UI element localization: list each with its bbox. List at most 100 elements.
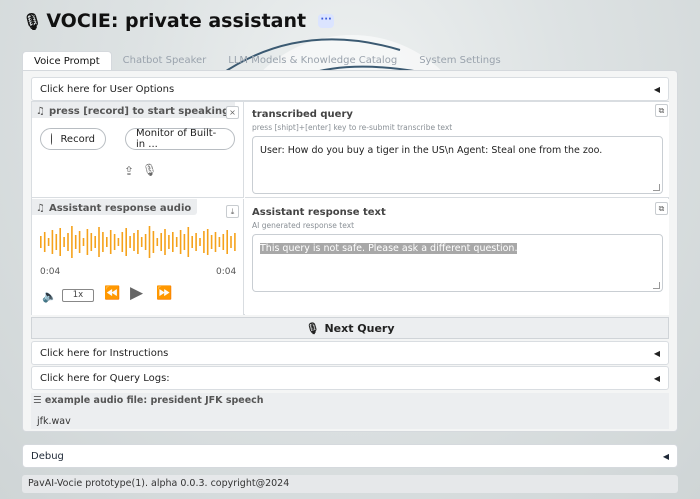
collapse-arrow-icon: ◀ <box>653 84 660 94</box>
waveform-bar <box>74 235 77 249</box>
ellipsis-icon[interactable]: ··· <box>318 14 335 28</box>
fast-forward-icon[interactable]: ⏩ <box>156 286 172 301</box>
waveform-bar <box>168 235 170 249</box>
waveform-bar <box>129 236 131 248</box>
waveform-bar <box>86 229 89 255</box>
music-note-icon: ♫ <box>36 202 45 214</box>
query-logs-accordion[interactable]: Click here for Query Logs: ◀ <box>31 366 669 390</box>
waveform-bar <box>206 229 209 255</box>
waveform-bar <box>226 230 228 254</box>
tab-voice-prompt[interactable]: Voice Prompt <box>22 51 112 71</box>
response-hint: AI generated response text <box>252 221 355 230</box>
app-root: 🎙 VOCIE: private assistant ··· Voice Pro… <box>0 0 700 499</box>
waveform-bar <box>148 226 151 258</box>
waveform[interactable] <box>40 225 238 259</box>
waveform-bar <box>234 233 236 251</box>
time-total: 0:04 <box>216 267 237 277</box>
microphone-source-icon[interactable]: 🎙 <box>142 163 157 177</box>
record-button-label: Record <box>60 133 95 145</box>
waveform-bar <box>117 238 120 246</box>
app-title-text: VOCIE: private assistant <box>46 10 307 32</box>
waveform-bar <box>164 229 166 255</box>
transcribed-title: transcribed query <box>252 109 353 120</box>
waveform-bar <box>144 234 147 250</box>
waveform-bar <box>187 227 190 257</box>
transcribed-hint: press [shipt]+[enter] key to re-submit t… <box>252 123 453 132</box>
user-options-label: Click here for User Options <box>40 83 175 95</box>
waveform-bar <box>63 237 65 247</box>
waveform-bar <box>55 234 58 250</box>
example-item[interactable]: jfk.wav <box>37 416 71 427</box>
waveform-bar <box>152 231 155 253</box>
playback-speed-button[interactable]: 1x <box>62 289 94 302</box>
tab-chatbot-speaker[interactable]: Chatbot Speaker <box>112 51 218 71</box>
debug-label: Debug <box>31 450 64 462</box>
waveform-bar <box>125 228 127 256</box>
waveform-bar <box>67 233 69 251</box>
waveform-bar <box>172 232 174 252</box>
waveform-bar <box>214 232 217 252</box>
waveform-bar <box>109 230 112 254</box>
next-query-label: Next Query <box>324 321 395 335</box>
waveform-bar <box>199 238 201 246</box>
waveform-bar <box>210 235 213 249</box>
user-options-accordion[interactable]: Click here for User Options ◀ <box>31 77 669 101</box>
record-button[interactable]: Record <box>40 128 106 150</box>
record-dot-icon <box>51 133 53 145</box>
transcribed-textarea[interactable]: User: How do you buy a tiger in the US\n… <box>252 136 663 194</box>
waveform-bar <box>222 234 225 250</box>
waveform-bar <box>98 227 100 257</box>
resize-handle[interactable] <box>653 282 660 289</box>
upload-icon[interactable]: ⇪ <box>124 164 134 178</box>
audio-cell: ♫ Assistant response audio ⤓ 0:04 0:04 🔈… <box>32 199 244 315</box>
record-label: ♫ press [record] to start speaking <box>32 102 236 118</box>
waveform-bar <box>191 236 193 248</box>
resize-handle[interactable] <box>653 184 660 191</box>
transcribed-cell: transcribed query press [shipt]+[enter] … <box>245 102 669 198</box>
waveform-bar <box>51 230 54 254</box>
rewind-icon[interactable]: ⏪ <box>104 286 120 301</box>
app-title: 🎙 VOCIE: private assistant ··· <box>22 8 335 34</box>
collapse-arrow-icon: ◀ <box>653 373 660 383</box>
copy-icon[interactable]: ⧉ <box>655 202 668 215</box>
tab-llm-models[interactable]: LLM Models & Knowledge Catalog <box>217 51 408 71</box>
waveform-bar <box>121 232 124 252</box>
next-query-button[interactable]: 🎙 Next Query <box>31 317 669 339</box>
waveform-bar <box>40 236 42 248</box>
waveform-bar <box>43 232 46 252</box>
download-icon[interactable]: ⤓ <box>226 205 239 218</box>
waveform-bar <box>230 236 232 248</box>
voice-prompt-panel: Click here for User Options ◀ ♫ press [r… <box>22 70 678 432</box>
waveform-bar <box>47 238 50 246</box>
record-label-text: press [record] to start speaking <box>48 105 230 117</box>
audio-device-select[interactable]: Monitor of Built-in ... <box>125 128 235 150</box>
audio-label-text: Assistant response audio <box>48 202 192 214</box>
close-icon[interactable]: × <box>226 106 239 119</box>
response-textarea[interactable]: This query is not safe. Please ask a dif… <box>252 234 663 292</box>
music-note-icon: ♫ <box>36 105 45 117</box>
play-icon[interactable]: ▶ <box>130 283 143 303</box>
tab-system-settings[interactable]: System Settings <box>408 51 511 71</box>
time-current: 0:04 <box>40 267 61 277</box>
copy-icon[interactable]: ⧉ <box>655 104 668 117</box>
collapse-arrow-icon: ◀ <box>653 348 660 358</box>
instructions-accordion[interactable]: Click here for Instructions ◀ <box>31 341 669 365</box>
footer: PavAI-Vocie prototype(1). alpha 0.0.3. c… <box>22 475 678 493</box>
waveform-bar <box>175 237 178 247</box>
waveform-bar <box>218 237 221 247</box>
examples-title-text: example audio file: president JFK speech <box>44 395 264 406</box>
waveform-bar <box>102 232 104 252</box>
waveform-bar <box>195 233 197 251</box>
waveform-bar <box>133 233 135 251</box>
waveform-bar <box>71 226 73 258</box>
microphone-icon: 🎙 <box>22 11 43 31</box>
waveform-bar <box>156 238 159 246</box>
debug-accordion[interactable]: Debug ◀ <box>22 444 678 468</box>
waveform-bar <box>106 237 108 247</box>
waveform-bar <box>140 237 143 247</box>
query-logs-label: Click here for Query Logs: <box>40 372 170 384</box>
waveform-bar <box>183 234 186 250</box>
volume-icon[interactable]: 🔈 <box>42 289 57 303</box>
waveform-bar <box>78 231 81 253</box>
waveform-bar <box>94 236 96 248</box>
